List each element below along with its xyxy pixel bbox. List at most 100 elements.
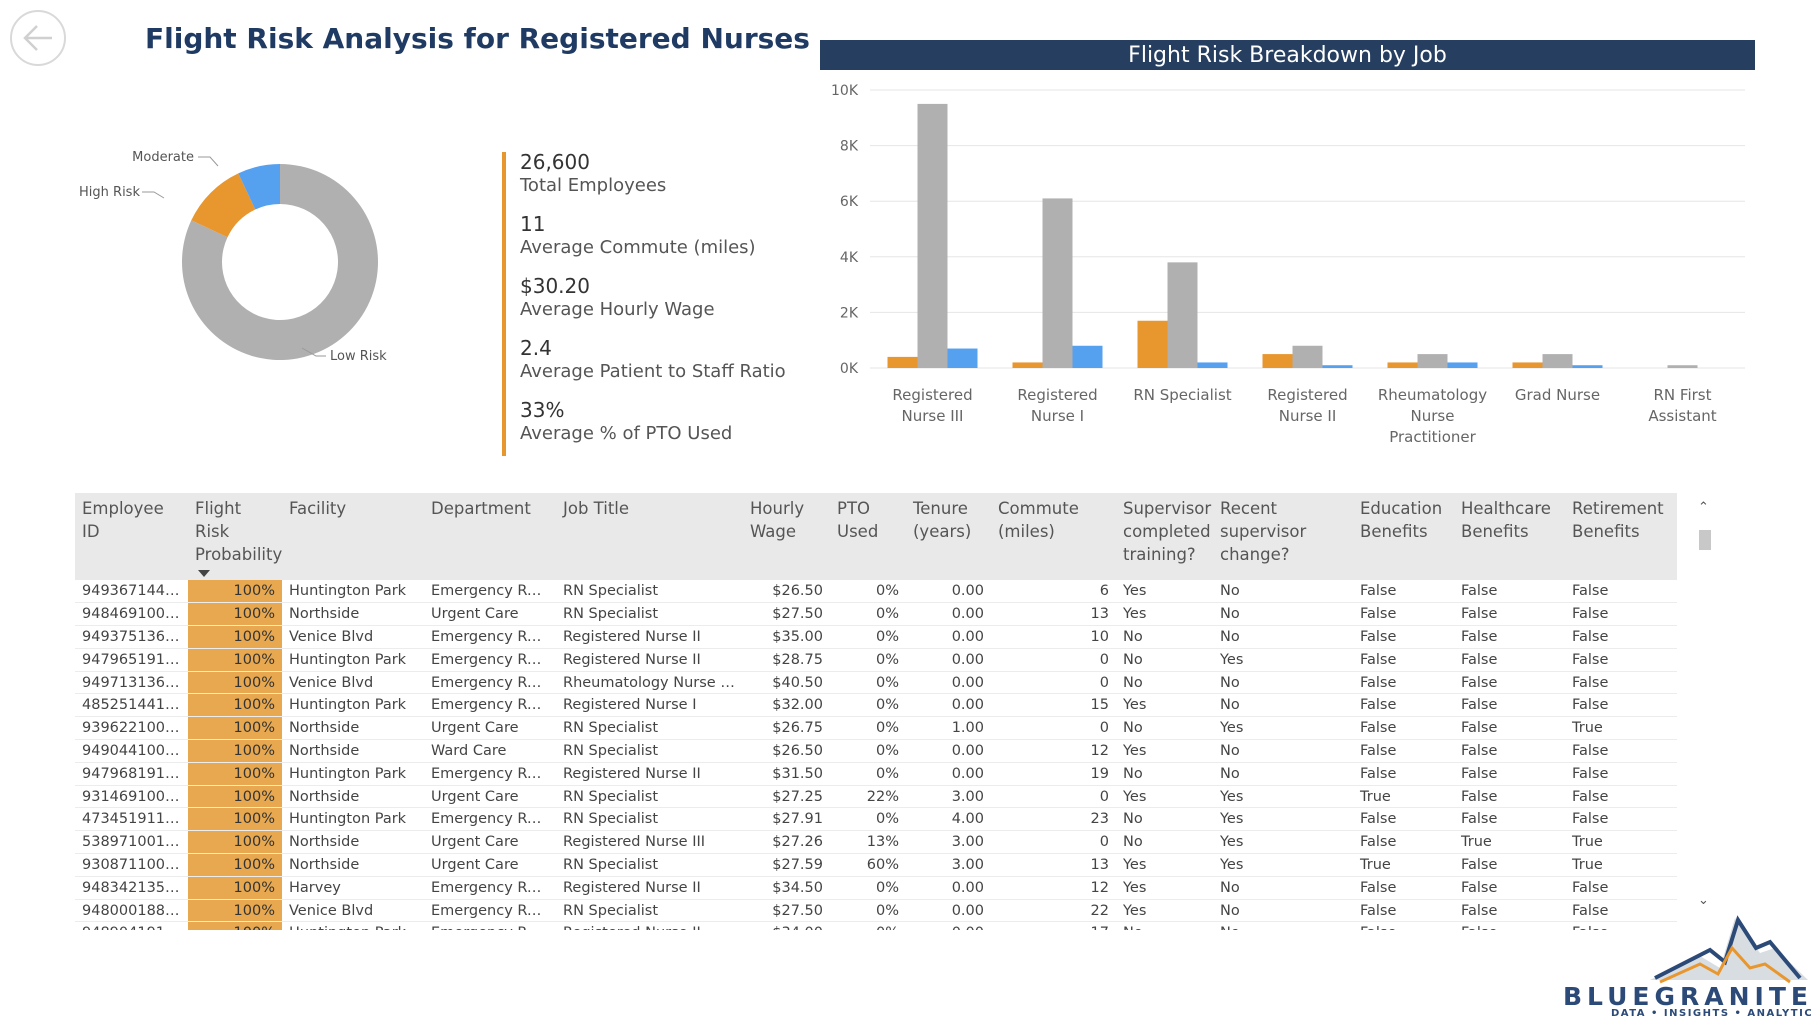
bar[interactable] — [1042, 198, 1073, 368]
column-header[interactable]: Commute (miles) — [991, 493, 1116, 580]
table-cell: Emergency Room — [424, 580, 556, 604]
table-row[interactable]: 931469100100 100% Northside Urgent Care RN S… — [75, 785, 1677, 809]
bar[interactable] — [1292, 345, 1323, 368]
column-header[interactable]: Retirement Benefits — [1565, 493, 1677, 580]
column-header[interactable]: Healthcare Benefits — [1454, 493, 1565, 580]
x-tick-label: Registered — [1017, 386, 1097, 404]
table-cell: False — [1565, 785, 1677, 809]
table-cell: $34.00 — [743, 921, 830, 930]
risk-donut-chart[interactable]: Low Risk High Risk Moderate — [70, 150, 490, 440]
table-cell: Venice Blvd — [282, 625, 424, 649]
sort-descending-icon[interactable] — [198, 570, 210, 577]
table-row[interactable]: 949367144144 100% Huntington Park Emergency… — [75, 580, 1677, 604]
bar[interactable] — [1387, 362, 1418, 368]
table-row[interactable]: 949044100100 100% Northside Ward Care RN Spe… — [75, 739, 1677, 763]
bar[interactable] — [1262, 354, 1293, 368]
column-header-label: Supervisor completed training? — [1123, 499, 1212, 564]
column-header[interactable]: Hourly Wage — [743, 493, 830, 580]
table-row[interactable]: 949713136136 100% Venice Blvd Emergency Roo… — [75, 671, 1677, 695]
bar[interactable] — [1072, 345, 1103, 368]
table-cell: 100% — [188, 807, 282, 832]
bar[interactable] — [917, 103, 948, 369]
scroll-thumb[interactable] — [1699, 530, 1711, 550]
table-cell: 538971001005 — [75, 830, 188, 855]
table-cell: False — [1353, 807, 1454, 832]
bar[interactable] — [1447, 362, 1478, 368]
table-cell: 12 — [991, 739, 1116, 763]
x-tick-label: Registered — [1267, 386, 1347, 404]
table-cell: Harvey — [282, 876, 424, 900]
column-header[interactable]: Recent supervisor change? — [1213, 493, 1353, 580]
column-header[interactable]: Supervisor completed training? — [1116, 493, 1213, 580]
bar[interactable] — [1512, 362, 1543, 368]
table-row[interactable]: 948904191191100%Huntington ParkEmergency… — [75, 921, 1677, 930]
flight-risk-bar-chart[interactable]: 0K 2K 4K 6K 8K 10K Registered Nurse III Register… — [820, 70, 1755, 450]
table-cell: False — [1454, 762, 1565, 786]
chevron-up-icon[interactable]: ⌃ — [1698, 500, 1709, 515]
column-header[interactable]: Tenure (years) — [906, 493, 991, 580]
table-cell: $26.50 — [743, 739, 830, 763]
bar[interactable] — [1667, 365, 1698, 368]
employee-table[interactable]: Employee ID Flight Risk Probability Facili… — [75, 493, 1677, 930]
table-cell: Northside — [282, 716, 424, 741]
bar[interactable] — [1572, 365, 1603, 368]
bar[interactable] — [1542, 354, 1573, 368]
table-row[interactable]: 948342135135 100% Harvey Emergency Room Regi… — [75, 876, 1677, 900]
bar[interactable] — [887, 356, 918, 368]
table-row[interactable]: 947968191191 100% Huntington Park Emergency… — [75, 762, 1677, 786]
table-scrollbar[interactable]: ⌃ ⌄ — [1698, 500, 1712, 908]
column-header-label: Facility — [289, 499, 347, 518]
table-row[interactable]: 949375136136 100% Venice Blvd Emergency Roo… — [75, 625, 1677, 649]
table-cell: No — [1213, 739, 1353, 763]
table-row[interactable]: 538971001005 100% Northside Urgent Care Regi… — [75, 830, 1677, 855]
table-cell: Urgent Care — [424, 853, 556, 877]
table-cell: Emergency Room — [424, 921, 556, 930]
table-cell: 60% — [830, 853, 906, 877]
table-cell: 22% — [830, 785, 906, 809]
table-cell: $27.25 — [743, 785, 830, 809]
bar[interactable] — [1137, 320, 1168, 368]
table-row[interactable]: 947965191191 100% Huntington Park Emergency… — [75, 648, 1677, 672]
table-cell: RN Specialist — [556, 602, 743, 627]
back-button[interactable] — [10, 10, 66, 66]
table-cell: 0.00 — [906, 899, 991, 923]
table-cell: True — [1565, 830, 1677, 855]
table-row[interactable]: 473451911915 100% Huntington Park Emergency… — [75, 807, 1677, 832]
y-tick-label: 10K — [831, 83, 859, 99]
column-header[interactable]: Employee ID — [75, 493, 188, 580]
table-cell: $27.50 — [743, 899, 830, 923]
table-row[interactable]: 948000188188 100% Venice Blvd Emergency Roo… — [75, 899, 1677, 923]
bar[interactable] — [1167, 262, 1198, 368]
kpi-average-hourly-wage: $30.20 Average Hourly Wage — [520, 274, 715, 322]
bar[interactable] — [1012, 362, 1043, 368]
column-header[interactable]: Flight Risk Probability — [188, 493, 282, 580]
table-cell: $32.00 — [743, 693, 830, 718]
table-cell: RN Specialist — [556, 853, 743, 877]
column-header[interactable]: Education Benefits — [1353, 493, 1454, 580]
table-row[interactable]: 930871100100 100% Northside Urgent Care RN S… — [75, 853, 1677, 877]
table-cell: No — [1116, 807, 1213, 832]
table-row[interactable]: 939622100100 100% Northside Urgent Care RN S… — [75, 716, 1677, 741]
table-row[interactable]: 948469100100 100% Northside Urgent Care RN S… — [75, 602, 1677, 627]
table-cell: 15 — [991, 693, 1116, 718]
column-header[interactable]: PTO Used — [830, 493, 906, 580]
bar[interactable] — [947, 348, 978, 368]
donut-label: Low Risk — [330, 349, 387, 364]
chevron-down-icon[interactable]: ⌄ — [1698, 893, 1709, 908]
logo-wordmark: BLUEGRANITE — [1563, 982, 1811, 1011]
column-header[interactable]: Job Title — [556, 493, 743, 580]
table-cell: Northside — [282, 853, 424, 877]
bar[interactable] — [1417, 354, 1448, 368]
table-cell: Yes — [1116, 853, 1213, 877]
table-cell: $35.00 — [743, 625, 830, 649]
table-cell: 0.00 — [906, 648, 991, 672]
table-cell: $26.75 — [743, 716, 830, 741]
bar[interactable] — [1322, 365, 1353, 368]
table-cell: 0% — [830, 899, 906, 923]
table-cell: True — [1565, 853, 1677, 877]
bar[interactable] — [1197, 362, 1228, 368]
table-row[interactable]: 485251441445 100% Huntington Park Emergency… — [75, 693, 1677, 718]
table-cell: 3.00 — [906, 853, 991, 877]
column-header[interactable]: Facility — [282, 493, 424, 580]
column-header[interactable]: Department — [424, 493, 556, 580]
